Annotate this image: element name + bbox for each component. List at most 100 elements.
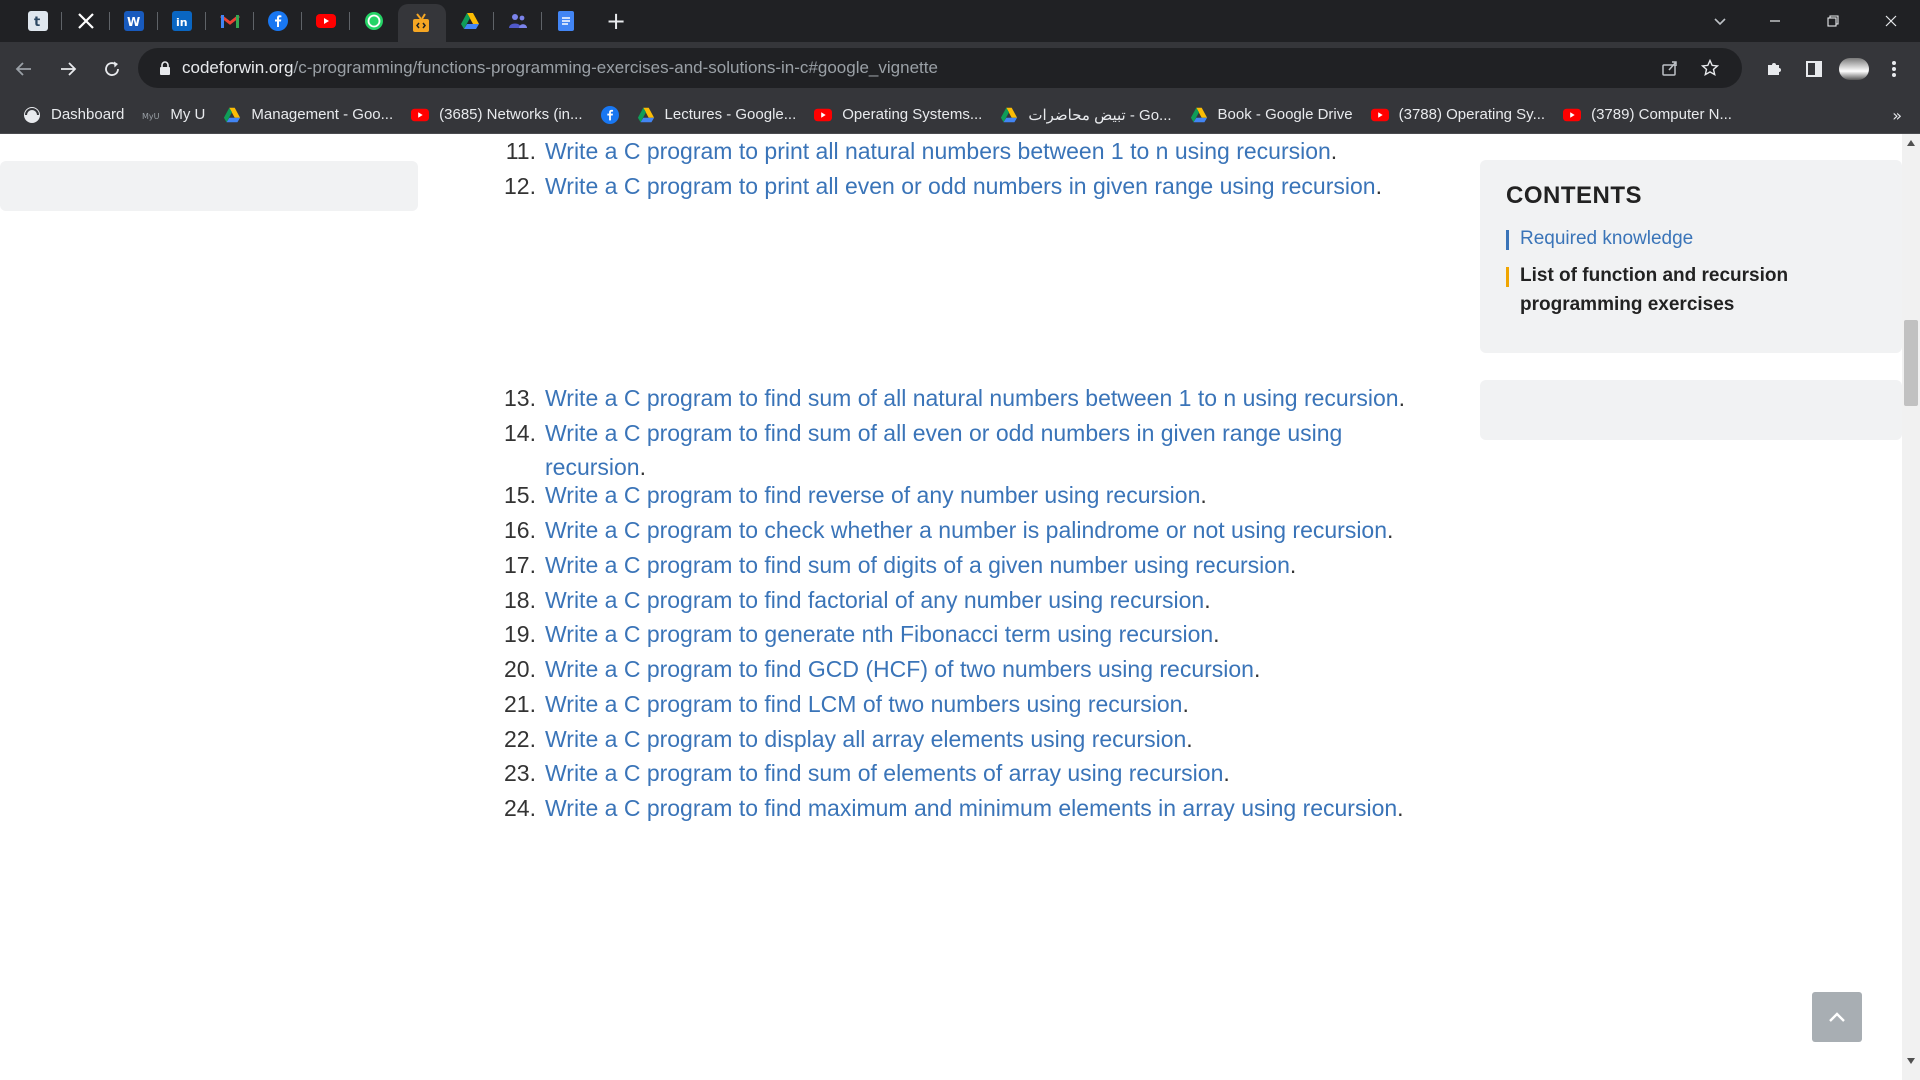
back-button[interactable] bbox=[4, 49, 44, 89]
chevron-up-icon bbox=[1829, 1012, 1845, 1022]
list-item-period: . bbox=[1387, 517, 1394, 543]
exercise-link[interactable]: Write a C program to find reverse of any… bbox=[545, 482, 1200, 508]
list-item-period: . bbox=[1200, 482, 1207, 508]
scroll-up-button[interactable] bbox=[1902, 134, 1920, 152]
triangle-up-icon bbox=[1907, 140, 1915, 146]
tab-search-button[interactable] bbox=[1700, 0, 1740, 42]
browser-tab[interactable] bbox=[206, 0, 254, 42]
bookmark-item[interactable]: (3788) Operating Sy... bbox=[1362, 100, 1554, 130]
list-item: 17. Write a C program to find sum of digi… bbox=[490, 548, 1425, 582]
list-item: 19. Write a C program to generate nth Fib… bbox=[490, 617, 1425, 651]
browser-tab[interactable] bbox=[302, 0, 350, 42]
address-bar[interactable]: codeforwin.org/c-programming/functions-p… bbox=[138, 48, 1742, 88]
left-ad-placeholder bbox=[0, 161, 418, 211]
bookmark-label: تبيض محاضرات - Go... bbox=[1028, 106, 1172, 124]
browser-tab[interactable] bbox=[398, 4, 446, 42]
teams-icon bbox=[508, 13, 528, 29]
bookmark-item[interactable] bbox=[592, 100, 628, 130]
new-tab-button[interactable]: + bbox=[598, 0, 634, 42]
tab-list: t Win bbox=[0, 0, 590, 42]
exercise-link[interactable]: Write a C program to find sum of element… bbox=[545, 760, 1223, 786]
list-item-number: 12. bbox=[504, 173, 536, 199]
exercise-link[interactable]: Write a C program to find LCM of two num… bbox=[545, 691, 1182, 717]
exercise-link[interactable]: Write a C program to find sum of digits … bbox=[545, 552, 1290, 578]
bookmark-star-button[interactable] bbox=[1690, 48, 1730, 88]
list-item: 24. Write a C program to find maximum and… bbox=[490, 791, 1425, 825]
exercise-link[interactable]: Write a C program to find factorial of a… bbox=[545, 587, 1204, 613]
side-panel-icon bbox=[1806, 61, 1822, 77]
browser-tab[interactable] bbox=[350, 0, 398, 42]
browser-tab[interactable] bbox=[62, 0, 110, 42]
web-page: 11. Write a C program to print all natura… bbox=[0, 134, 1902, 1080]
page-scrollbar[interactable] bbox=[1902, 134, 1920, 1080]
list-item-period: . bbox=[1398, 385, 1405, 411]
exercise-link[interactable]: Write a C program to check whether a num… bbox=[545, 517, 1387, 543]
list-item-period: . bbox=[1289, 552, 1297, 578]
forward-button[interactable] bbox=[48, 49, 88, 89]
google-drive-icon bbox=[460, 12, 480, 30]
exercise-link[interactable]: Write a C program to print all natural n… bbox=[545, 138, 1331, 164]
lock-icon[interactable] bbox=[148, 61, 182, 75]
restore-button[interactable] bbox=[1804, 0, 1862, 42]
side-panel-button[interactable] bbox=[1794, 49, 1834, 89]
youtube-icon bbox=[1563, 106, 1582, 124]
browser-tab[interactable] bbox=[446, 0, 494, 42]
google-drive-icon bbox=[223, 106, 241, 124]
exercise-link-wrapper: Write a C program to find sum of all nat… bbox=[545, 381, 1425, 415]
exercise-link-wrapper: Write a C program to check whether a num… bbox=[545, 513, 1425, 547]
bookmark-item[interactable]: Dashboard bbox=[14, 100, 133, 130]
menu-button[interactable] bbox=[1874, 49, 1914, 89]
browser-tab[interactable] bbox=[542, 0, 590, 42]
scroll-down-button[interactable] bbox=[1902, 1052, 1920, 1070]
exercise-link[interactable]: Write a C program to display all array e… bbox=[545, 726, 1186, 752]
exercise-link[interactable]: Write a C program to find maximum and mi… bbox=[545, 795, 1397, 821]
exercise-link[interactable]: Write a C program to generate nth Fibona… bbox=[545, 621, 1213, 647]
exercise-link[interactable]: Write a C program to find sum of all nat… bbox=[545, 385, 1399, 411]
share-button[interactable] bbox=[1650, 48, 1690, 88]
back-to-top-button[interactable] bbox=[1812, 992, 1862, 1042]
browser-tab[interactable]: W bbox=[110, 0, 158, 42]
url-text[interactable]: codeforwin.org/c-programming/functions-p… bbox=[182, 58, 938, 78]
toc-item-required-knowledge[interactable]: Required knowledge bbox=[1506, 224, 1876, 253]
scrollbar-thumb[interactable] bbox=[1904, 320, 1918, 406]
bookmark-label: (3685) Networks (in... bbox=[439, 106, 583, 123]
exercise-link[interactable]: Write a C program to print all even or o… bbox=[545, 173, 1376, 199]
bookmark-item[interactable]: تبيض محاضرات - Go... bbox=[991, 100, 1180, 130]
whatsapp-icon bbox=[364, 11, 384, 31]
bookmark-item[interactable]: (3789) Computer N... bbox=[1554, 100, 1741, 130]
list-item-number: 15. bbox=[504, 482, 536, 508]
browser-tab[interactable] bbox=[254, 0, 302, 42]
list-item: 13. Write a C program to find sum of all … bbox=[490, 381, 1425, 415]
extensions-button[interactable] bbox=[1754, 49, 1794, 89]
reload-button[interactable] bbox=[92, 49, 132, 89]
tab-strip: t Win + bbox=[0, 0, 1920, 42]
bookmark-label: (3789) Computer N... bbox=[1591, 106, 1732, 123]
exercise-link-wrapper: Write a C program to find maximum and mi… bbox=[545, 791, 1425, 825]
dashboard-icon bbox=[23, 106, 41, 124]
url-host: codeforwin.org bbox=[182, 58, 294, 77]
bookmark-label: Book - Google Drive bbox=[1217, 106, 1353, 123]
exercise-link[interactable]: Write a C program to find GCD (HCF) of t… bbox=[545, 656, 1254, 682]
browser-tab[interactable]: in bbox=[158, 0, 206, 42]
list-item-number: 16. bbox=[504, 517, 536, 543]
exercise-link-wrapper: Write a C program to find GCD (HCF) of t… bbox=[545, 652, 1425, 686]
bookmark-item[interactable]: (3685) Networks (in... bbox=[402, 100, 591, 130]
bookmark-item[interactable]: Management - Goo... bbox=[214, 100, 402, 130]
share-icon bbox=[1662, 61, 1677, 76]
bookmark-label: Lectures - Google... bbox=[664, 106, 797, 123]
bookmark-item[interactable]: Lectures - Google... bbox=[628, 100, 806, 130]
profile-button[interactable] bbox=[1834, 49, 1874, 89]
bookmark-item[interactable]: Book - Google Drive bbox=[1181, 100, 1362, 130]
bookmark-item[interactable]: MyU My U bbox=[133, 100, 214, 130]
bookmark-item[interactable]: Operating Systems... bbox=[805, 100, 991, 130]
bookmarks-overflow-button[interactable]: » bbox=[1892, 96, 1902, 134]
toc-item-exercises-list[interactable]: List of function and recursion programmi… bbox=[1506, 261, 1876, 319]
exercise-link-wrapper: Write a C program to find sum of digits … bbox=[545, 548, 1425, 582]
minimize-button[interactable] bbox=[1746, 0, 1804, 42]
browser-tab[interactable]: t bbox=[14, 0, 62, 42]
exercise-link-wrapper: Write a C program to find sum of element… bbox=[545, 756, 1425, 790]
exercise-link[interactable]: Write a C program to find sum of all eve… bbox=[545, 420, 1342, 480]
url-path: /c-programming/functions-programming-exe… bbox=[293, 58, 938, 77]
close-window-button[interactable] bbox=[1862, 0, 1920, 42]
browser-tab[interactable] bbox=[494, 0, 542, 42]
